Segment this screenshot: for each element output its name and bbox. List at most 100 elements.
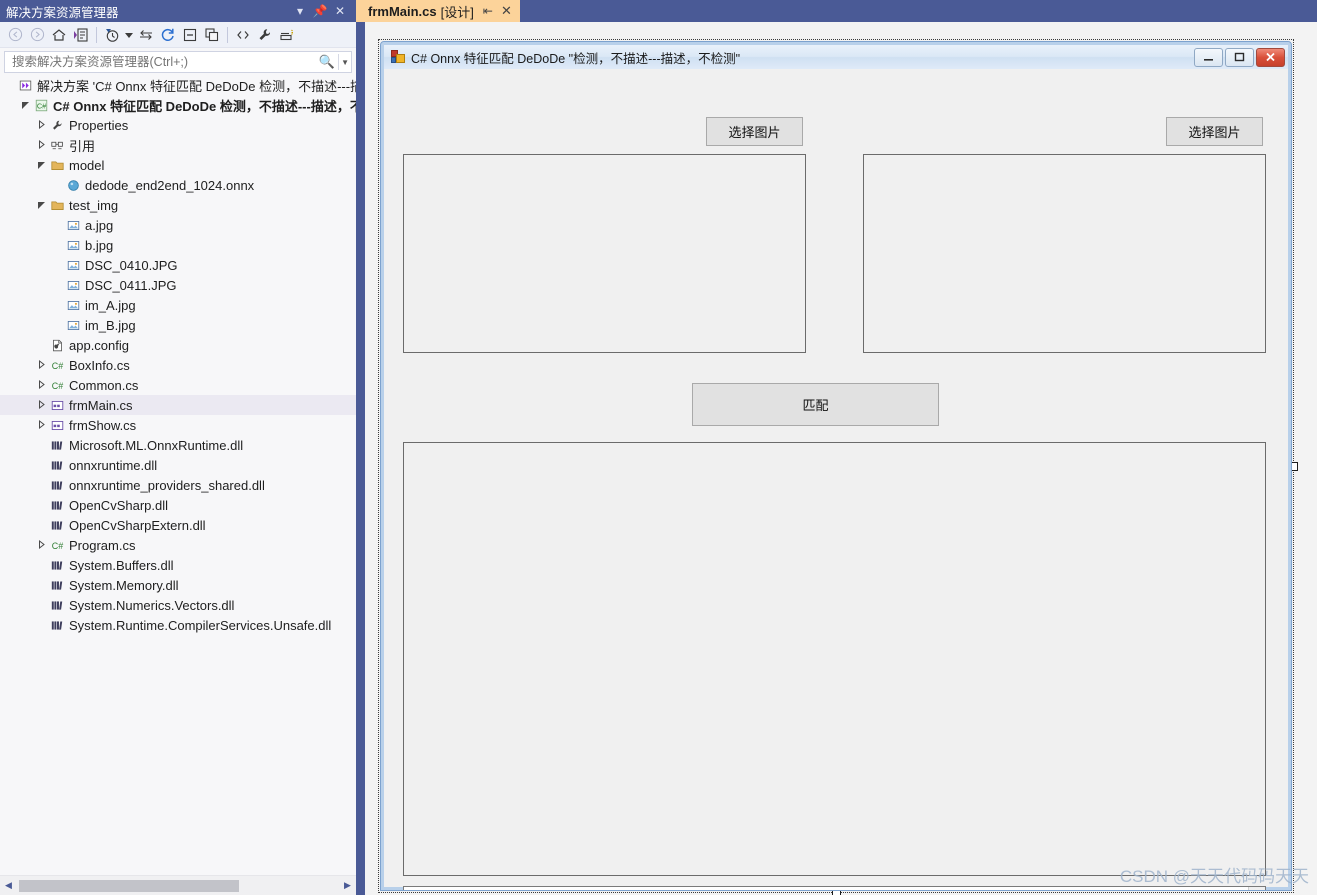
tree-node[interactable]: a.jpg xyxy=(0,215,356,235)
tree-node[interactable]: OpenCvSharpExtern.dll xyxy=(0,515,356,535)
refresh-icon[interactable] xyxy=(157,24,179,46)
filter-dropdown-icon[interactable] xyxy=(123,24,135,46)
csharp-file-icon: C# xyxy=(48,359,66,372)
tree-node[interactable]: frmMain.cs xyxy=(0,395,356,415)
home-icon[interactable] xyxy=(48,24,70,46)
dll-file-icon xyxy=(48,559,66,572)
tree-node[interactable]: test_img xyxy=(0,195,356,215)
tab-frmmain-design[interactable]: frmMain.cs [设计] ⇤ ✕ xyxy=(356,0,520,22)
tree-node-label: b.jpg xyxy=(85,237,114,253)
expander-collapsed-icon[interactable] xyxy=(34,139,48,151)
config-file-icon xyxy=(48,339,66,352)
chevron-down-icon[interactable]: ▾ xyxy=(290,5,310,17)
tree-node[interactable]: model xyxy=(0,155,356,175)
expander-expanded-icon[interactable] xyxy=(34,160,48,171)
output-textbox[interactable]: ▲ ▼ xyxy=(403,886,1266,890)
tree-node[interactable]: System.Memory.dll xyxy=(0,575,356,595)
expander-collapsed-icon[interactable] xyxy=(34,399,48,411)
tree-node[interactable]: System.Buffers.dll xyxy=(0,555,356,575)
tree-node[interactable]: System.Runtime.CompilerServices.Unsafe.d… xyxy=(0,615,356,635)
tree-node[interactable]: onnxruntime_providers_shared.dll xyxy=(0,475,356,495)
properties-icon[interactable] xyxy=(254,24,276,46)
tree-node[interactable]: C# Program.cs xyxy=(0,535,356,555)
close-button[interactable] xyxy=(1256,47,1285,67)
tree-node[interactable]: C# Common.cs xyxy=(0,375,356,395)
output-textbox-scrollbar[interactable]: ▲ ▼ xyxy=(1248,887,1265,890)
tree-node-label: System.Buffers.dll xyxy=(69,557,174,573)
solution-explorer-header: 解决方案资源管理器 ▾ 📌 ✕ xyxy=(0,0,356,22)
winform-app-icon xyxy=(390,49,406,65)
winforms-designer-surface[interactable]: C# Onnx 特征匹配 DeDoDe "检测，不描述---描述，不检测" 选择… xyxy=(356,22,1317,895)
solution-icon xyxy=(16,79,34,92)
close-icon[interactable]: ✕ xyxy=(330,5,350,17)
match-button[interactable]: 匹配 xyxy=(692,383,939,426)
tree-node[interactable]: app.config xyxy=(0,335,356,355)
tree-node[interactable]: 引用 xyxy=(0,135,356,155)
result-picture-box[interactable] xyxy=(403,442,1266,876)
pending-changes-filter-icon[interactable] xyxy=(101,24,123,46)
tree-node[interactable]: DSC_0410.JPG xyxy=(0,255,356,275)
expander-collapsed-icon[interactable] xyxy=(34,419,48,431)
tree-node-label: DSC_0410.JPG xyxy=(85,257,178,273)
back-icon[interactable] xyxy=(4,24,26,46)
solution-explorer-toolbar xyxy=(0,22,356,48)
scroll-left-arrow-icon[interactable]: ◀ xyxy=(0,880,17,891)
designer-left-strip xyxy=(356,22,365,895)
tree-node-label: OpenCvSharpExtern.dll xyxy=(69,517,206,533)
tree-node[interactable]: OpenCvSharp.dll xyxy=(0,495,356,515)
expander-expanded-icon[interactable] xyxy=(18,100,32,111)
tree-node[interactable]: Properties xyxy=(0,115,356,135)
tree-node[interactable]: onnxruntime.dll xyxy=(0,455,356,475)
tree-node[interactable]: frmShow.cs xyxy=(0,415,356,435)
view-code-icon[interactable] xyxy=(232,24,254,46)
tree-node[interactable]: 解决方案 'C# Onnx 特征匹配 DeDoDe 检测，不描述---描述 xyxy=(0,75,356,95)
tree-node-label: dedode_end2end_1024.onnx xyxy=(85,177,255,193)
dll-file-icon xyxy=(48,499,66,512)
sync-with-active-document-icon[interactable] xyxy=(70,24,92,46)
close-icon[interactable]: ✕ xyxy=(501,3,512,19)
expander-expanded-icon[interactable] xyxy=(34,200,48,211)
svg-text:C#: C# xyxy=(36,101,46,110)
dll-file-icon xyxy=(48,479,66,492)
tree-node[interactable]: DSC_0411.JPG xyxy=(0,275,356,295)
tree-node-label: Program.cs xyxy=(69,537,136,553)
minimize-button[interactable] xyxy=(1194,47,1223,67)
forward-icon[interactable] xyxy=(26,24,48,46)
tree-node[interactable]: C# C# Onnx 特征匹配 DeDoDe 检测，不描述---描述，不检 xyxy=(0,95,356,115)
tree-node[interactable]: im_A.jpg xyxy=(0,295,356,315)
scrollbar-track[interactable] xyxy=(17,879,339,893)
expander-collapsed-icon[interactable] xyxy=(34,359,48,371)
search-icon[interactable]: 🔍 xyxy=(316,54,338,70)
show-all-files-icon[interactable] xyxy=(135,24,157,46)
chevron-down-icon[interactable]: ▼ xyxy=(338,54,349,70)
preview-selected-items-icon[interactable] xyxy=(276,24,298,46)
tree-node[interactable]: Microsoft.ML.OnnxRuntime.dll xyxy=(0,435,356,455)
scrollbar-thumb[interactable] xyxy=(19,879,239,892)
pin-icon[interactable]: ⇤ xyxy=(483,4,493,18)
search-input[interactable] xyxy=(10,54,316,70)
scroll-right-arrow-icon[interactable]: ▶ xyxy=(339,880,356,891)
tree-node[interactable]: im_B.jpg xyxy=(0,315,356,335)
tree-node[interactable]: C# BoxInfo.cs xyxy=(0,355,356,375)
solution-tree[interactable]: 解决方案 'C# Onnx 特征匹配 DeDoDe 检测，不描述---描述 C# C… xyxy=(0,75,356,875)
expander-collapsed-icon[interactable] xyxy=(34,119,48,131)
new-solution-explorer-view-icon[interactable] xyxy=(201,24,223,46)
search-box[interactable]: 🔍 ▼ xyxy=(4,51,352,73)
select-image-right-button[interactable]: 选择图片 xyxy=(1166,117,1263,146)
solution-explorer-horizontal-scrollbar[interactable]: ◀ ▶ xyxy=(0,875,356,895)
pin-icon[interactable]: 📌 xyxy=(310,5,330,17)
collapse-all-icon[interactable] xyxy=(179,24,201,46)
maximize-button[interactable] xyxy=(1225,47,1254,67)
expander-collapsed-icon[interactable] xyxy=(34,379,48,391)
tree-node[interactable]: dedode_end2end_1024.onnx xyxy=(0,175,356,195)
picture-box-right[interactable] xyxy=(863,154,1266,353)
tree-node[interactable]: b.jpg xyxy=(0,235,356,255)
properties-wrench-icon xyxy=(48,119,66,132)
winform-window: C# Onnx 特征匹配 DeDoDe "检测，不描述---描述，不检测" 选择… xyxy=(380,41,1292,891)
tree-node-label: 解决方案 'C# Onnx 特征匹配 DeDoDe 检测，不描述---描述 xyxy=(37,78,356,94)
tree-node[interactable]: System.Numerics.Vectors.dll xyxy=(0,595,356,615)
expander-collapsed-icon[interactable] xyxy=(34,539,48,551)
select-image-left-button[interactable]: 选择图片 xyxy=(706,117,803,146)
scroll-up-arrow-icon[interactable]: ▲ xyxy=(1253,889,1262,890)
picture-box-left[interactable] xyxy=(403,154,806,353)
